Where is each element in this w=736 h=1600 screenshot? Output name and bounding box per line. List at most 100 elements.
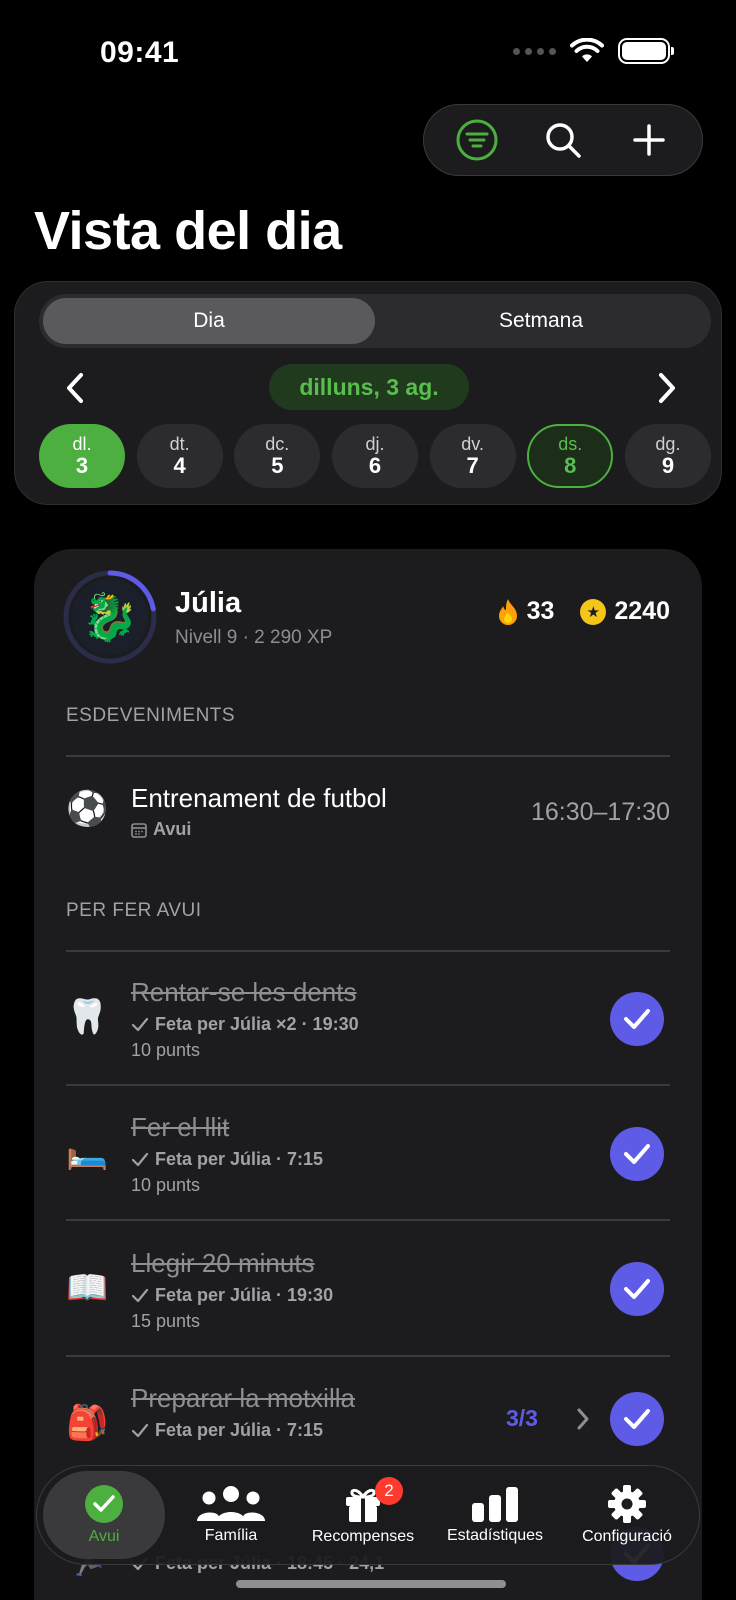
coins-stat: ★ 2240: [580, 597, 670, 626]
level-progress-ring: 🐉: [62, 569, 158, 665]
add-button[interactable]: [621, 112, 677, 168]
status-time: 09:41: [100, 36, 180, 69]
tab-settings[interactable]: Configuració: [561, 1471, 693, 1559]
dragon-icon: 🐉: [81, 590, 139, 643]
day-chip[interactable]: dl. 3: [39, 424, 125, 488]
tab-today[interactable]: Avui: [43, 1471, 165, 1559]
streak-stat: 33: [497, 597, 555, 626]
coin-count: 2240: [614, 597, 670, 625]
task-status: Feta per Júlia · 7:15: [131, 1149, 323, 1170]
event-subtitle: Avui: [131, 819, 191, 840]
task-points: 15 punts: [131, 1311, 201, 1331]
book-icon: 📖: [66, 1269, 109, 1307]
prev-day-button[interactable]: [55, 368, 95, 408]
flame-icon: [498, 598, 517, 625]
task-title: Llegir 20 minuts: [131, 1248, 315, 1278]
people-icon: [197, 1486, 265, 1521]
page-title: Vista del dia: [34, 201, 342, 261]
gear-icon: [608, 1485, 646, 1523]
tasks-section-label: PER FER AVUI: [66, 900, 202, 921]
filter-button[interactable]: [449, 112, 505, 168]
soccer-ball-icon: ⚽: [66, 790, 109, 828]
divider: [66, 950, 670, 952]
member-day-card: 🐉 Júlia Nivell 9 · 2 290 XP 33 ★ 2240 ES…: [34, 549, 702, 1600]
day-number: 8: [564, 452, 577, 478]
check-icon: [131, 1288, 149, 1302]
bed-icon: 🛏️: [66, 1133, 109, 1171]
day-chip[interactable]: dt. 4: [136, 424, 223, 488]
check-icon: [131, 1152, 149, 1166]
member-name: Júlia: [175, 587, 242, 619]
bar-chart-icon: [472, 1487, 518, 1522]
day-chip[interactable]: dv. 7: [429, 424, 516, 488]
streak-count: 33: [526, 597, 555, 625]
day-name: dg.: [655, 434, 681, 454]
task-complete-toggle[interactable]: [610, 1127, 664, 1181]
task-status: Feta per Júlia · 19:30: [131, 1285, 333, 1306]
task-status-text: Feta per Júlia ×2 · 19:30: [155, 1014, 359, 1034]
task-title: Rentar-se les dents: [131, 977, 357, 1007]
check-icon: [131, 1423, 149, 1437]
divider: [66, 755, 670, 757]
tab-label: Família: [204, 1527, 258, 1544]
tooth-icon: 🦷: [66, 998, 109, 1036]
tab-stats[interactable]: Estadístiques: [429, 1471, 561, 1559]
task-status: Feta per Júlia ×2 · 19:30: [131, 1014, 359, 1035]
battery-icon: [618, 38, 674, 64]
current-date-label[interactable]: dilluns, 3 ag.: [269, 364, 469, 410]
checkmark-icon: [624, 1009, 650, 1029]
tab-week[interactable]: Setmana: [375, 298, 707, 344]
filter-icon: [456, 119, 498, 161]
day-strip: dl. 3 dt. 4 dc. 5 dj. 6 dv. 7 ds. 8 dg. 9: [39, 424, 711, 488]
tab-bar: Avui Família 2 Recompenses Estadístiques: [36, 1465, 700, 1565]
chevron-left-icon: [67, 373, 83, 403]
top-actions: [423, 104, 703, 176]
task-complete-toggle[interactable]: [610, 992, 664, 1046]
day-number: 9: [661, 452, 675, 478]
tab-label: Configuració: [582, 1528, 672, 1545]
tab-day[interactable]: Dia: [43, 298, 375, 344]
tab-family[interactable]: Família: [165, 1471, 297, 1559]
day-name: dv.: [461, 434, 484, 454]
day-chip[interactable]: dg. 9: [624, 424, 711, 488]
day-chip[interactable]: ds. 8: [527, 424, 614, 488]
task-complete-toggle[interactable]: [610, 1262, 664, 1316]
day-number: 6: [368, 452, 382, 478]
check-icon: [131, 1017, 149, 1031]
status-icons: [513, 38, 674, 64]
cellular-icon: [513, 47, 556, 55]
divider: [66, 1084, 670, 1086]
member-level: Nivell 9 · 2 290 XP: [175, 627, 333, 648]
day-chip[interactable]: dj. 6: [331, 424, 418, 488]
task-points: 10 punts: [131, 1040, 201, 1060]
checkmark-icon: [624, 1409, 650, 1429]
date-nav: dilluns, 3 ag.: [15, 364, 721, 414]
home-indicator[interactable]: [236, 1580, 506, 1588]
check-circle-icon: [85, 1485, 123, 1523]
day-chip[interactable]: dc. 5: [234, 424, 321, 488]
day-name: dt.: [169, 434, 190, 454]
task-status-text: Feta per Júlia · 7:15: [155, 1149, 324, 1169]
task-status-text: Feta per Júlia · 7:15: [155, 1420, 324, 1440]
calendar-icon: [131, 822, 147, 838]
day-number: 5: [271, 452, 284, 478]
member-stats: 33 ★ 2240: [497, 597, 670, 626]
task-complete-toggle[interactable]: [610, 1392, 664, 1446]
day-name: dj.: [365, 434, 385, 454]
search-button[interactable]: [535, 112, 591, 168]
event-when: Avui: [153, 819, 192, 839]
task-title: Fer el llit: [131, 1112, 230, 1142]
tab-label: Avui: [88, 1528, 120, 1545]
next-day-button[interactable]: [647, 368, 687, 408]
chevron-right-icon[interactable]: [576, 1408, 590, 1430]
wifi-icon: [570, 38, 604, 62]
tab-label: Estadístiques: [446, 1527, 544, 1544]
avatar[interactable]: 🐉: [72, 579, 148, 655]
divider: [66, 1219, 670, 1221]
search-icon: [546, 123, 581, 158]
event-time: 16:30–17:30: [530, 798, 670, 826]
day-name: dl.: [72, 434, 92, 454]
events-section-label: ESDEVENIMENTS: [66, 705, 236, 726]
tab-rewards[interactable]: 2 Recompenses: [297, 1471, 429, 1559]
plus-icon: [633, 124, 665, 156]
